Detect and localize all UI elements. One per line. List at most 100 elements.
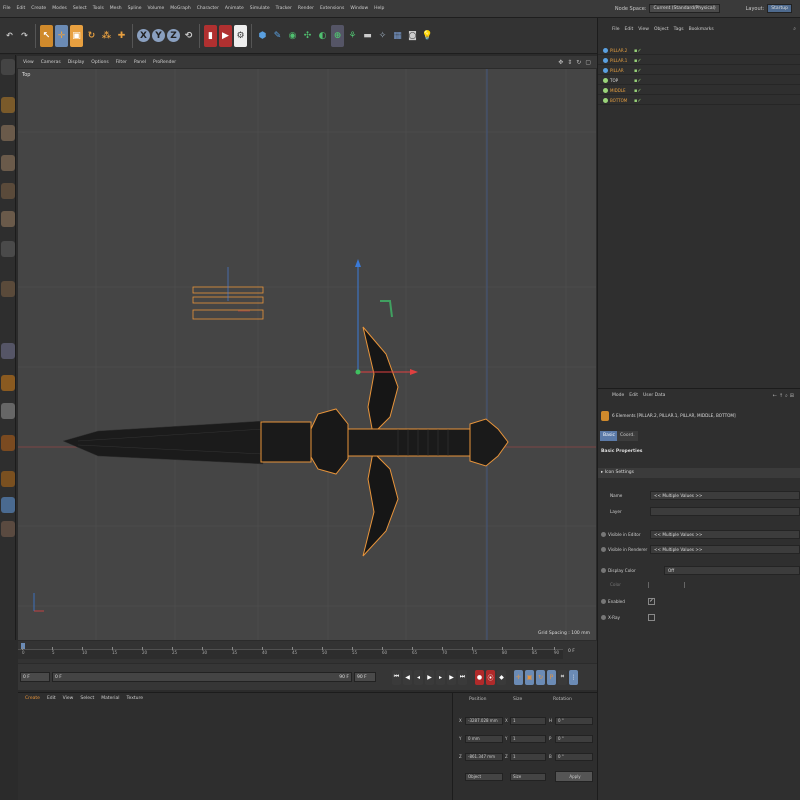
prev-frame-icon[interactable]: ◂ <box>414 669 423 685</box>
coordinate-system-icon[interactable]: ⟲ <box>182 25 195 47</box>
object-tags-icon[interactable]: ▪✓ <box>634 77 642 86</box>
light-icon[interactable]: ✧ <box>376 25 389 47</box>
locked-workplane-icon[interactable] <box>1 403 15 419</box>
obj-menu-file[interactable]: File <box>610 27 622 32</box>
apply-button[interactable]: Apply <box>555 771 593 782</box>
render-view-icon[interactable]: ▮ <box>204 24 217 47</box>
size-y-field[interactable]: 1 <box>510 735 546 743</box>
menu-mograph[interactable]: MoGraph <box>167 6 193 11</box>
timeline-ruler[interactable]: 0 5 10 15 20 25 30 35 40 45 50 55 60 65 … <box>18 647 563 659</box>
animate-radio-icon[interactable] <box>601 568 606 573</box>
menu-window[interactable]: Window <box>347 6 371 11</box>
render-picture-viewer-icon[interactable]: ▶ <box>219 24 232 47</box>
paint-icon[interactable] <box>1 521 15 537</box>
timeline[interactable]: 0 5 10 15 20 25 30 35 40 45 50 55 60 65 … <box>18 641 598 663</box>
object-tags-icon[interactable]: ▪✓ <box>634 97 642 106</box>
object-row-bottom[interactable]: BOTTOM ▪✓ <box>598 96 800 105</box>
menu-select[interactable]: Select <box>70 6 90 11</box>
rotation-h-field[interactable]: 0 ° <box>555 717 593 725</box>
object-row-pillar1[interactable]: PILLAR.1 ▪✓ <box>598 56 800 65</box>
object-tags-icon[interactable]: ▪✓ <box>634 57 642 66</box>
make-editable-icon[interactable] <box>1 59 15 75</box>
menu-tools[interactable]: Tools <box>90 6 107 11</box>
viewport-rotate-icon[interactable]: ↻ <box>576 59 581 66</box>
obj-search-icon[interactable]: ⌕ <box>793 26 796 32</box>
menu-file[interactable]: File <box>0 6 14 11</box>
object-row-middle[interactable]: MIDDLE ▪✓ <box>598 86 800 95</box>
object-row-pillar[interactable]: PILLAR ▪✓ <box>598 66 800 75</box>
material-manager[interactable]: Create Edit View Select Material Texture <box>18 692 452 800</box>
attr-nav-icons[interactable]: ←↑⌕⊞ <box>773 393 796 399</box>
scene-icon[interactable]: ⚘ <box>346 25 359 47</box>
viewport-maximize-icon[interactable]: ▢ <box>585 59 591 66</box>
timeline-settings-icon[interactable]: ⋮ <box>569 669 578 685</box>
animate-radio-icon[interactable] <box>601 599 606 604</box>
menu-extensions[interactable]: Extensions <box>317 6 347 11</box>
cloner-icon[interactable]: ✣ <box>301 25 314 47</box>
vp-menu-prorender[interactable]: ProRender <box>150 60 179 65</box>
object-name[interactable]: BOTTOM <box>610 96 627 105</box>
keyframe-selection-icon[interactable]: ◆ <box>497 669 506 685</box>
snap-icon[interactable] <box>1 343 15 359</box>
camera-view-icon[interactable]: ◙ <box>406 25 419 47</box>
object-name[interactable]: PILLAR.1 <box>610 56 627 65</box>
color-picker[interactable] <box>684 582 688 588</box>
grid-floor-icon[interactable]: ▦ <box>391 25 404 47</box>
menu-tracker[interactable]: Tracker <box>273 6 295 11</box>
name-field[interactable]: << Multiple Values >> <box>650 491 800 500</box>
menu-mesh[interactable]: Mesh <box>107 6 125 11</box>
viewport-top[interactable]: Top Grid Spacing : 100 mm <box>18 69 596 640</box>
menu-create[interactable]: Create <box>28 6 49 11</box>
position-z-field[interactable]: -861.347 mm <box>465 753 503 761</box>
obj-menu-tags[interactable]: Tags <box>672 27 686 32</box>
menu-simulate[interactable]: Simulate <box>247 6 273 11</box>
object-tags-icon[interactable]: ▪✓ <box>634 87 642 96</box>
display-color-dropdown[interactable]: Off <box>664 566 800 575</box>
mat-menu-select[interactable]: Select <box>77 696 97 701</box>
menu-render[interactable]: Render <box>295 6 317 11</box>
next-key-icon[interactable]: ▶ <box>447 669 456 685</box>
pen-icon[interactable]: ✎ <box>271 25 284 47</box>
layout-dropdown[interactable]: Startup <box>767 4 792 13</box>
obj-menu-edit[interactable]: Edit <box>623 27 636 32</box>
animate-radio-icon[interactable] <box>601 532 606 537</box>
camera-icon[interactable]: ▬ <box>361 25 374 47</box>
object-name[interactable]: TOP <box>610 76 618 85</box>
icon-settings-header[interactable]: ▸ Icon Settings <box>598 468 800 478</box>
field-icon[interactable]: ⊕ <box>331 24 344 47</box>
x-axis-button[interactable]: X <box>137 29 150 42</box>
prev-key-icon[interactable]: ◀ <box>403 669 412 685</box>
mat-menu-texture[interactable]: Texture <box>124 696 146 701</box>
light-bulb-icon[interactable]: 💡 <box>421 25 434 47</box>
goto-start-icon[interactable]: ⏮ <box>392 669 401 685</box>
menu-edit[interactable]: Edit <box>14 6 29 11</box>
edges-mode-icon[interactable] <box>1 183 15 199</box>
bend-icon[interactable]: ◐ <box>316 25 329 47</box>
node-space-dropdown[interactable]: Current (Standard/Physical) <box>649 4 720 13</box>
visible-renderer-dropdown[interactable]: << Multiple Values >> <box>650 545 800 554</box>
menu-modes[interactable]: Modes <box>49 6 70 11</box>
menu-help[interactable]: Help <box>371 6 387 11</box>
scale-tool-icon[interactable]: ▣ <box>70 24 83 47</box>
key-rotation-icon[interactable]: ↻ <box>536 669 545 685</box>
live-selection-icon[interactable]: ↖ <box>40 24 53 47</box>
viewport-pan-icon[interactable]: ✥ <box>558 59 563 66</box>
key-position-icon[interactable]: ✛ <box>514 669 523 685</box>
viewport-zoom-icon[interactable]: ⇕ <box>567 59 572 66</box>
object-name[interactable]: PILLAR <box>610 66 624 75</box>
attr-menu-mode[interactable]: Mode <box>610 393 626 399</box>
mat-menu-material[interactable]: Material <box>98 696 122 701</box>
axis-mode-icon[interactable] <box>1 241 15 257</box>
animate-radio-icon[interactable] <box>601 547 606 552</box>
vp-menu-cameras[interactable]: Cameras <box>38 60 64 65</box>
model-mode-icon[interactable] <box>1 97 15 113</box>
play-icon[interactable]: ▶ <box>425 669 434 685</box>
menu-character[interactable]: Character <box>194 6 222 11</box>
move-tool-icon[interactable]: ✛ <box>55 24 68 47</box>
rotation-p-field[interactable]: 0 ° <box>555 735 593 743</box>
xray-checkbox[interactable] <box>648 614 655 621</box>
texture-mode-icon[interactable] <box>1 125 15 141</box>
size-x-field[interactable]: 1 <box>510 717 546 725</box>
uv-mode-icon[interactable] <box>1 281 15 297</box>
transform-tool-icon[interactable]: ✚ <box>115 25 128 47</box>
